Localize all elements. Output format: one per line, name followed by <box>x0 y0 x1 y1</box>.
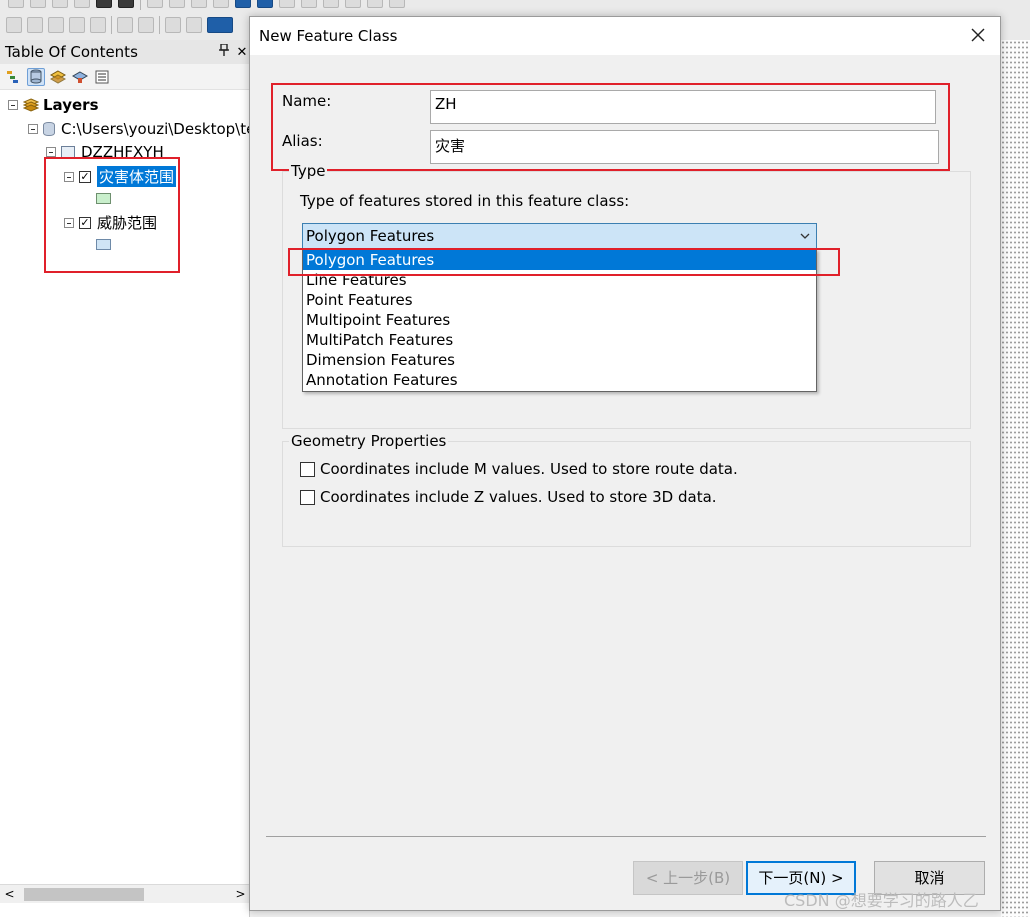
z-values-label[interactable]: Coordinates include Z values. Used to st… <box>320 488 717 506</box>
toc-header: Table Of Contents ✕ <box>0 40 249 64</box>
close-icon[interactable] <box>968 25 988 45</box>
feature-type-dropdown-list: Polygon Features Line Features Point Fea… <box>302 249 817 392</box>
dropdown-option[interactable]: Multipoint Features <box>303 310 816 330</box>
geometry-group-label: Geometry Properties <box>289 432 449 450</box>
list-by-drawing-order-icon[interactable] <box>5 68 23 86</box>
m-values-label[interactable]: Coordinates include M values. Used to st… <box>320 460 738 478</box>
zoom-whole-page-icon[interactable] <box>69 17 85 33</box>
collapse-icon[interactable] <box>46 147 56 157</box>
forward-extent-icon[interactable] <box>169 0 185 8</box>
table-of-contents-panel: Table Of Contents ✕ Layers C:\Users\youz… <box>0 40 255 917</box>
m-values-checkbox[interactable] <box>300 461 315 477</box>
time-slider-icon[interactable] <box>367 0 383 8</box>
scroll-thumb[interactable] <box>24 888 144 901</box>
highlight-annotation-box <box>44 157 180 273</box>
scroll-left-icon[interactable]: < <box>0 885 19 904</box>
toc-title: Table Of Contents <box>5 43 138 61</box>
dropdown-option[interactable]: MultiPatch Features <box>303 330 816 350</box>
type-group-label: Type <box>289 162 328 180</box>
m-values-option[interactable]: Coordinates include M values. Used to st… <box>300 460 738 478</box>
feature-type-select[interactable]: Polygon Features <box>302 223 817 249</box>
select-features-icon[interactable] <box>191 0 207 8</box>
z-values-option[interactable]: Coordinates include Z values. Used to st… <box>300 488 717 506</box>
database-icon <box>43 122 55 136</box>
fixed-zoom-in-icon[interactable] <box>96 0 112 8</box>
name-field[interactable]: ZH <box>430 90 936 124</box>
dropdown-option[interactable]: Point Features <box>303 290 816 310</box>
pin-icon[interactable] <box>217 43 231 60</box>
layout-pan-icon[interactable] <box>48 17 64 33</box>
feature-type-selected-value: Polygon Features <box>306 227 435 245</box>
zoom-in-icon[interactable] <box>8 0 24 8</box>
clear-selection-icon[interactable] <box>213 0 229 8</box>
measure-icon[interactable] <box>301 0 317 8</box>
alias-label: Alias: <box>282 132 323 150</box>
full-extent-icon[interactable] <box>74 0 90 8</box>
fixed-zoom-out-icon[interactable] <box>118 0 134 8</box>
footer-divider <box>266 836 986 837</box>
type-prompt: Type of features stored in this feature … <box>300 192 630 210</box>
pan-icon[interactable] <box>52 0 68 8</box>
dropdown-option[interactable]: Dimension Features <box>303 350 816 370</box>
fixed-zoom-out-layout-icon[interactable] <box>138 17 154 33</box>
tree-node-layers[interactable]: Layers <box>8 96 99 114</box>
list-by-selection-icon[interactable] <box>71 68 89 86</box>
new-feature-class-dialog: New Feature Class Name: ZH Alias: 灾害 Typ… <box>249 16 1001 911</box>
viewer-window-icon[interactable] <box>389 0 405 8</box>
fixed-zoom-in-layout-icon[interactable] <box>117 17 133 33</box>
html-popup-icon[interactable] <box>279 0 295 8</box>
zoom-100-icon[interactable] <box>90 17 106 33</box>
collapse-icon[interactable] <box>28 124 38 134</box>
dropdown-option[interactable]: Annotation Features <box>303 370 816 390</box>
toolbar-divider <box>111 16 112 34</box>
dropdown-option[interactable]: Line Features <box>303 270 816 290</box>
toc-horizontal-scrollbar[interactable]: < > <box>0 884 250 903</box>
toolbar-divider <box>159 16 160 34</box>
list-by-source-icon[interactable] <box>27 67 45 86</box>
zoom-out-icon[interactable] <box>30 0 46 8</box>
toolbar-row-top <box>0 0 540 10</box>
toolbar-row-bottom <box>0 14 260 36</box>
previous-extent-layout-icon[interactable] <box>165 17 181 33</box>
geodatabase-path: C:\Users\youzi\Desktop\te <box>61 120 256 138</box>
tree-node-geodatabase[interactable]: C:\Users\youzi\Desktop\te <box>28 120 255 138</box>
watermark: CSDN @想要学习的路人乙 <box>784 891 979 910</box>
find-icon[interactable] <box>323 0 339 8</box>
toc-toolbar <box>0 64 249 90</box>
back-extent-icon[interactable] <box>147 0 163 8</box>
list-by-visibility-icon[interactable] <box>49 68 67 86</box>
layers-icon <box>22 98 40 112</box>
next-extent-layout-icon[interactable] <box>186 17 202 33</box>
toolbar-divider <box>140 0 141 10</box>
alias-field[interactable]: 灾害 <box>430 130 939 164</box>
dialog-title: New Feature Class <box>259 27 398 45</box>
map-canvas[interactable] <box>1001 40 1030 917</box>
dropdown-option[interactable]: Polygon Features <box>303 250 816 270</box>
layout-zoom-out-icon[interactable] <box>27 17 43 33</box>
name-label: Name: <box>282 92 332 110</box>
layers-root-label: Layers <box>43 96 99 114</box>
zoom-percent-box[interactable] <box>207 17 233 33</box>
back-button[interactable]: < 上一步(B) <box>633 861 743 895</box>
select-elements-icon[interactable] <box>235 0 251 8</box>
close-icon[interactable]: ✕ <box>235 45 249 60</box>
collapse-icon[interactable] <box>8 100 18 110</box>
options-icon[interactable] <box>93 68 111 86</box>
z-values-checkbox[interactable] <box>300 489 315 505</box>
go-to-xy-icon[interactable] <box>345 0 361 8</box>
dialog-titlebar: New Feature Class <box>250 17 1000 55</box>
layout-zoom-in-icon[interactable] <box>6 17 22 33</box>
scroll-right-icon[interactable]: > <box>231 885 250 904</box>
identify-icon[interactable] <box>257 0 273 8</box>
